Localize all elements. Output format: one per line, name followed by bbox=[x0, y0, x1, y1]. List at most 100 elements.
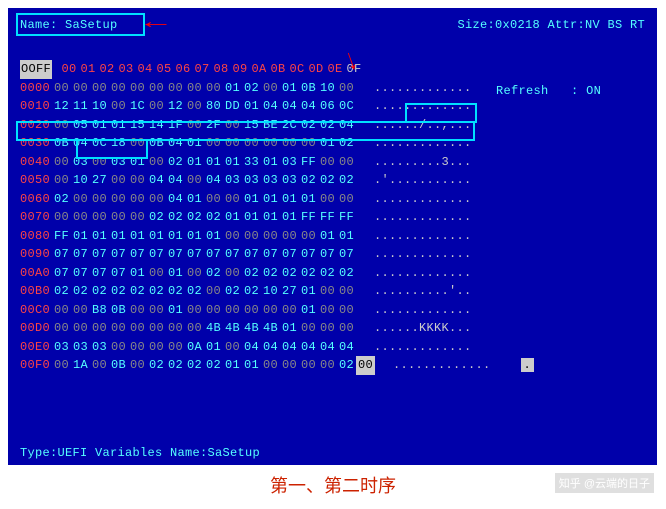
hex-cell[interactable]: 01 bbox=[204, 153, 223, 172]
hex-cell[interactable]: 02 bbox=[261, 264, 280, 283]
hex-cell[interactable]: 07 bbox=[204, 245, 223, 264]
hex-cell[interactable]: 02 bbox=[318, 116, 337, 135]
hex-cell[interactable]: 03 bbox=[280, 171, 299, 190]
hex-cell[interactable]: 01 bbox=[299, 301, 318, 320]
hex-row[interactable]: 00E0030303000000000A0100040404040404....… bbox=[20, 338, 645, 357]
hex-cell[interactable]: 1A bbox=[71, 356, 90, 375]
hex-cell[interactable]: 01 bbox=[261, 153, 280, 172]
hex-cell[interactable]: 14 bbox=[147, 116, 166, 135]
hex-cell[interactable]: 02 bbox=[166, 153, 185, 172]
hex-cell[interactable]: 00 bbox=[223, 190, 242, 209]
hex-cell[interactable]: 01 bbox=[261, 208, 280, 227]
hex-cell[interactable]: 00 bbox=[90, 319, 109, 338]
hex-cell[interactable]: 07 bbox=[90, 245, 109, 264]
hex-cell[interactable]: 00 bbox=[261, 356, 280, 375]
hex-cell[interactable]: 04 bbox=[147, 171, 166, 190]
hex-row[interactable]: 0080FF010101010101010100000000000101....… bbox=[20, 227, 645, 246]
hex-cell[interactable]: 01 bbox=[280, 208, 299, 227]
hex-cell[interactable]: 04 bbox=[299, 97, 318, 116]
hex-cell[interactable]: 01 bbox=[223, 208, 242, 227]
hex-cell[interactable]: 00 bbox=[71, 190, 90, 209]
hex-cell[interactable]: 01 bbox=[223, 79, 242, 98]
hex-cell[interactable]: 01 bbox=[90, 227, 109, 246]
hex-cell[interactable]: 02 bbox=[147, 208, 166, 227]
hex-cell[interactable]: 00 bbox=[318, 282, 337, 301]
hex-cell[interactable]: 04 bbox=[261, 338, 280, 357]
hex-cell[interactable]: 06 bbox=[318, 97, 337, 116]
hex-cell[interactable]: 01 bbox=[109, 227, 128, 246]
hex-cell[interactable]: 01 bbox=[166, 227, 185, 246]
hex-cell[interactable]: 00 bbox=[204, 282, 223, 301]
hex-cell[interactable]: 02 bbox=[185, 356, 204, 375]
hex-cell[interactable]: 02 bbox=[204, 208, 223, 227]
hex-cell[interactable]: 00 bbox=[280, 301, 299, 320]
hex-cell[interactable]: 01 bbox=[166, 301, 185, 320]
hex-cell[interactable]: 00 bbox=[280, 356, 299, 375]
hex-cell[interactable]: 0B bbox=[109, 356, 128, 375]
hex-cell[interactable]: 01 bbox=[337, 227, 356, 246]
hex-cell[interactable]: 01 bbox=[128, 153, 147, 172]
hex-row[interactable]: 006002000000000004010000010101010000....… bbox=[20, 190, 645, 209]
hex-cell[interactable]: 00 bbox=[337, 319, 356, 338]
hex-cell[interactable]: 00 bbox=[52, 208, 71, 227]
hex-cell[interactable]: 00 bbox=[128, 171, 147, 190]
hex-cell[interactable]: 00 bbox=[109, 97, 128, 116]
hex-cell[interactable]: 03 bbox=[242, 171, 261, 190]
hex-cell[interactable]: 10 bbox=[71, 171, 90, 190]
hex-cell[interactable]: 11 bbox=[71, 97, 90, 116]
hex-cell[interactable]: 03 bbox=[261, 171, 280, 190]
hex-cell[interactable]: 02 bbox=[52, 282, 71, 301]
hex-cell[interactable]: 00 bbox=[128, 356, 147, 375]
hex-cell[interactable]: 00 bbox=[147, 264, 166, 283]
hex-cell[interactable]: 00 bbox=[147, 338, 166, 357]
hex-cell[interactable]: 00 bbox=[128, 338, 147, 357]
hex-cell[interactable]: 00 bbox=[318, 356, 337, 375]
hex-cell[interactable]: 00 bbox=[318, 319, 337, 338]
hex-cell[interactable]: 01 bbox=[280, 190, 299, 209]
hex-row[interactable]: 009007070707070707070707070707070707....… bbox=[20, 245, 645, 264]
hex-cell[interactable]: 27 bbox=[90, 171, 109, 190]
hex-cell[interactable]: 00 bbox=[71, 208, 90, 227]
hex-cell[interactable]: 07 bbox=[71, 264, 90, 283]
hex-cell[interactable]: 00 bbox=[128, 301, 147, 320]
hex-cell[interactable]: 00 bbox=[109, 338, 128, 357]
hex-cell[interactable]: 02 bbox=[242, 282, 261, 301]
hex-cell[interactable]: 07 bbox=[185, 245, 204, 264]
hex-cell[interactable]: 00 bbox=[185, 116, 204, 135]
hex-cell[interactable]: 00 bbox=[223, 227, 242, 246]
hex-cell[interactable]: 01 bbox=[223, 153, 242, 172]
hex-cell[interactable]: 04 bbox=[280, 338, 299, 357]
hex-cell[interactable]: 04 bbox=[337, 116, 356, 135]
hex-cell[interactable]: 01 bbox=[261, 190, 280, 209]
hex-cell[interactable]: 1C bbox=[128, 97, 147, 116]
hex-cell[interactable]: 00 bbox=[242, 227, 261, 246]
hex-cell[interactable]: 00 bbox=[128, 134, 147, 153]
hex-cell[interactable]: 02 bbox=[337, 264, 356, 283]
hex-cell[interactable]: 00 bbox=[71, 319, 90, 338]
hex-row[interactable]: 005000102700000404000403030303020202.'..… bbox=[20, 171, 645, 190]
hex-cell[interactable]: 00 bbox=[318, 153, 337, 172]
hex-row[interactable]: 00B002020202020202020002021027010000....… bbox=[20, 282, 645, 301]
hex-cell[interactable]: 03 bbox=[71, 153, 90, 172]
hex-cell[interactable]: 01 bbox=[109, 116, 128, 135]
hex-cell[interactable]: 0A bbox=[185, 338, 204, 357]
hex-cell[interactable]: 00 bbox=[299, 134, 318, 153]
hex-cell[interactable]: FF bbox=[337, 208, 356, 227]
hex-cell[interactable]: 07 bbox=[166, 245, 185, 264]
hex-cell[interactable]: 02 bbox=[185, 282, 204, 301]
hex-cell[interactable]: 00 bbox=[223, 338, 242, 357]
hex-cell[interactable]: 27 bbox=[280, 282, 299, 301]
hex-cell[interactable]: 00 bbox=[147, 97, 166, 116]
hex-cell[interactable]: 00 bbox=[261, 301, 280, 320]
hex-cell[interactable]: 02 bbox=[147, 356, 166, 375]
hex-cell[interactable]: 00 bbox=[147, 319, 166, 338]
hex-cell[interactable]: 03 bbox=[109, 153, 128, 172]
hex-row[interactable]: 007000000000000202020201010101FFFFFF....… bbox=[20, 208, 645, 227]
hex-cell[interactable]: 07 bbox=[109, 245, 128, 264]
hex-cell[interactable]: DD bbox=[223, 97, 242, 116]
hex-cell[interactable]: 00 bbox=[52, 116, 71, 135]
hex-cell[interactable]: 00 bbox=[71, 301, 90, 320]
hex-cell[interactable]: 04 bbox=[166, 190, 185, 209]
hex-cell[interactable]: 04 bbox=[166, 134, 185, 153]
hex-cell[interactable]: 00 bbox=[337, 190, 356, 209]
